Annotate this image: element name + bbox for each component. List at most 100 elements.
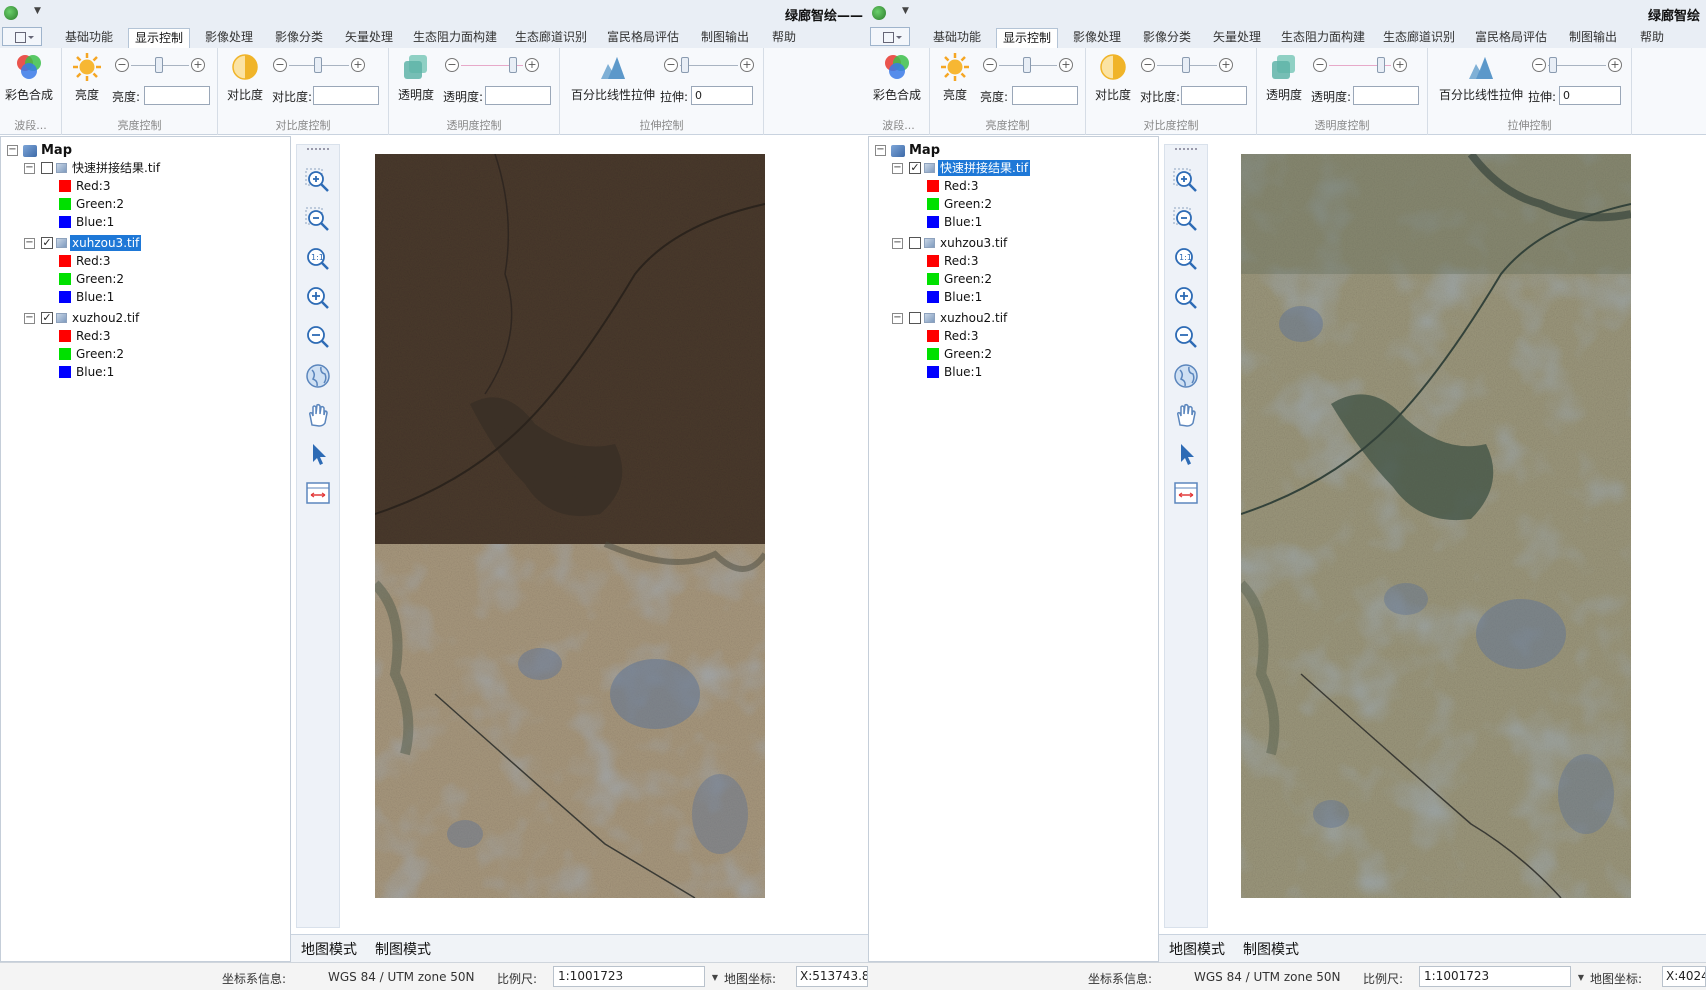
tab-map-output[interactable]: 制图输出	[696, 28, 754, 48]
percent-stretch-button[interactable]: 百分比线性拉伸	[568, 52, 658, 103]
layer-row[interactable]: − ✓ xuhzou3.tif	[24, 235, 142, 251]
transparency-button[interactable]: 透明度	[1259, 52, 1309, 103]
collapse-icon[interactable]: −	[24, 312, 35, 324]
minus-icon[interactable]: −	[983, 58, 997, 72]
map-view[interactable]: 1:1 地图模式 制图模式	[1159, 136, 1706, 962]
tab-image-processing[interactable]: 影像处理	[1068, 28, 1126, 48]
layer-name[interactable]: 快速拼接结果.tif	[70, 160, 162, 176]
brightness-slider[interactable]: − +	[115, 57, 205, 74]
fixed-zoom-out-icon[interactable]	[304, 323, 332, 351]
slider-thumb[interactable]	[314, 57, 322, 73]
tree-root[interactable]: − Map	[875, 143, 940, 159]
plus-icon[interactable]: +	[1059, 58, 1073, 72]
transparency-button[interactable]: 透明度	[391, 52, 441, 103]
quick-access-dropdown-icon[interactable]: ▼	[34, 6, 41, 16]
tab-vector-processing[interactable]: 矢量处理	[340, 28, 398, 48]
contrast-slider[interactable]: − +	[273, 57, 365, 74]
layer-row[interactable]: − ✓ 快速拼接结果.tif	[892, 160, 1031, 176]
measure-icon[interactable]	[1172, 479, 1200, 507]
contrast-button[interactable]: 对比度	[1088, 52, 1138, 103]
globe-icon[interactable]	[1172, 362, 1200, 390]
stretch-input[interactable]: 0	[1559, 86, 1621, 105]
layer-row[interactable]: − xuzhou2.tif	[892, 310, 1009, 326]
layer-row[interactable]: − ✓ xuzhou2.tif	[24, 310, 141, 326]
file-menu-button[interactable]	[870, 27, 910, 46]
stretch-slider[interactable]: − +	[664, 57, 754, 74]
layer-name[interactable]: xuzhou2.tif	[938, 310, 1009, 326]
minus-icon[interactable]: −	[115, 58, 129, 72]
plus-icon[interactable]: +	[740, 58, 754, 72]
tab-display-control[interactable]: 显示控制	[996, 28, 1058, 48]
tab-basic[interactable]: 基础功能	[60, 28, 118, 48]
raster-image[interactable]	[375, 154, 765, 898]
slider-thumb[interactable]	[1549, 57, 1557, 73]
map-view[interactable]: 1:1 地图模式 制图模式	[291, 136, 868, 962]
tree-root[interactable]: − Map	[7, 143, 72, 159]
slider-thumb[interactable]	[509, 57, 517, 73]
zoom-in-icon[interactable]	[1172, 167, 1200, 195]
scale-combobox[interactable]: 1:1001723 ▼	[1419, 966, 1584, 987]
pan-hand-icon[interactable]	[1172, 401, 1200, 429]
layer-checkbox[interactable]: ✓	[909, 162, 921, 174]
minus-icon[interactable]: −	[1313, 58, 1327, 72]
dropdown-arrow-icon[interactable]: ▼	[1578, 968, 1584, 987]
tab-basic[interactable]: 基础功能	[928, 28, 986, 48]
layer-name[interactable]: xuhzou3.tif	[70, 235, 142, 251]
slider-thumb[interactable]	[1182, 57, 1190, 73]
tab-map-mode[interactable]: 地图模式	[1169, 939, 1225, 959]
layer-name[interactable]: xuzhou2.tif	[70, 310, 141, 326]
collapse-icon[interactable]: −	[24, 237, 35, 249]
transparency-input[interactable]	[485, 86, 551, 105]
measure-icon[interactable]	[304, 479, 332, 507]
transparency-slider[interactable]: − +	[445, 57, 539, 74]
layer-checkbox[interactable]	[909, 237, 921, 249]
stretch-input[interactable]: 0	[691, 86, 753, 105]
collapse-icon[interactable]: −	[892, 237, 903, 249]
full-extent-icon[interactable]: 1:1	[304, 245, 332, 273]
minus-icon[interactable]: −	[1141, 58, 1155, 72]
plus-icon[interactable]: +	[351, 58, 365, 72]
layer-row[interactable]: − 快速拼接结果.tif	[24, 160, 162, 176]
raster-image[interactable]	[1241, 154, 1631, 898]
percent-stretch-button[interactable]: 百分比线性拉伸	[1436, 52, 1526, 103]
contrast-input[interactable]	[1181, 86, 1247, 105]
fixed-zoom-in-icon[interactable]	[1172, 284, 1200, 312]
contrast-input[interactable]	[313, 86, 379, 105]
plus-icon[interactable]: +	[525, 58, 539, 72]
collapse-icon[interactable]: −	[875, 145, 886, 156]
tab-map-output[interactable]: 制图输出	[1564, 28, 1622, 48]
contrast-slider[interactable]: − +	[1141, 57, 1233, 74]
tab-resistance-surface[interactable]: 生态阻力面构建	[1278, 28, 1368, 48]
layer-name[interactable]: 快速拼接结果.tif	[938, 160, 1031, 176]
tab-help[interactable]: 帮助	[1632, 28, 1672, 48]
plus-icon[interactable]: +	[191, 58, 205, 72]
contrast-button[interactable]: 对比度	[220, 52, 270, 103]
dropdown-arrow-icon[interactable]: ▼	[712, 968, 718, 987]
minus-icon[interactable]: −	[273, 58, 287, 72]
layer-row[interactable]: − xuhzou3.tif	[892, 235, 1009, 251]
slider-thumb[interactable]	[155, 57, 163, 73]
slider-thumb[interactable]	[1377, 57, 1385, 73]
select-arrow-icon[interactable]	[1172, 440, 1200, 468]
brightness-input[interactable]	[144, 86, 210, 105]
tab-corridor-identification[interactable]: 生态廊道识别	[512, 28, 590, 48]
brightness-button[interactable]: 亮度	[62, 52, 112, 103]
brightness-input[interactable]	[1012, 86, 1078, 105]
fixed-zoom-in-icon[interactable]	[304, 284, 332, 312]
tab-layout-mode[interactable]: 制图模式	[1243, 939, 1299, 959]
tab-layout-mode[interactable]: 制图模式	[375, 939, 431, 959]
tab-vector-processing[interactable]: 矢量处理	[1208, 28, 1266, 48]
layer-name[interactable]: xuhzou3.tif	[938, 235, 1009, 251]
app-logo-icon[interactable]	[872, 6, 886, 20]
collapse-icon[interactable]: −	[892, 162, 903, 174]
select-arrow-icon[interactable]	[304, 440, 332, 468]
tab-image-classification[interactable]: 影像分类	[1138, 28, 1196, 48]
layer-checkbox[interactable]	[909, 312, 921, 324]
plus-icon[interactable]: +	[1393, 58, 1407, 72]
tab-display-control[interactable]: 显示控制	[128, 28, 190, 48]
minus-icon[interactable]: −	[1532, 58, 1546, 72]
stretch-slider[interactable]: − +	[1532, 57, 1622, 74]
layer-checkbox[interactable]	[41, 162, 53, 174]
pan-hand-icon[interactable]	[304, 401, 332, 429]
color-composite-button[interactable]: 彩色合成	[872, 52, 922, 103]
